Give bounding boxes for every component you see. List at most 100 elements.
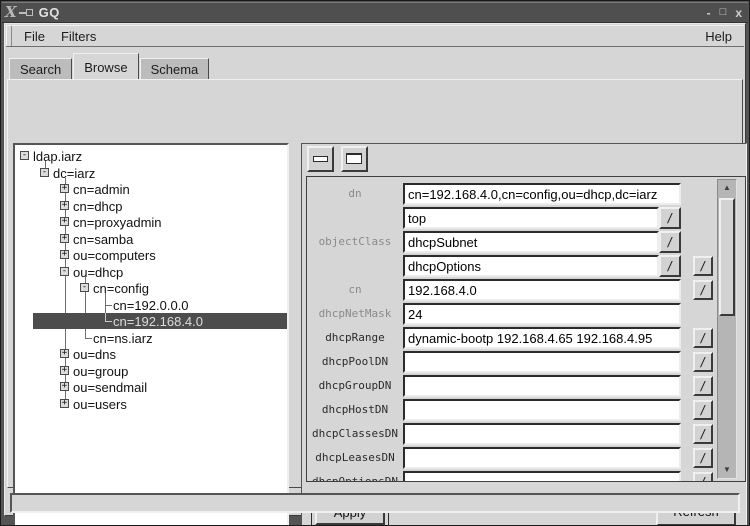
tree-node-label: cn=samba bbox=[73, 232, 133, 247]
expand-expander-icon[interactable]: + bbox=[60, 234, 69, 243]
expand-expander-icon[interactable]: + bbox=[60, 349, 69, 358]
attribute-value-input[interactable] bbox=[403, 375, 681, 397]
box-view-button[interactable] bbox=[341, 146, 368, 172]
collapse-expander-icon[interactable]: - bbox=[20, 151, 29, 160]
attribute-value-input[interactable] bbox=[403, 207, 659, 229]
tree-node[interactable]: + cn=samba bbox=[15, 231, 287, 247]
tree-node[interactable]: + ou=dns bbox=[15, 346, 287, 362]
tab-browse[interactable]: Browse bbox=[73, 53, 138, 79]
attribute-label: dhcpLeasesDN bbox=[307, 447, 403, 469]
attribute-label: dn bbox=[307, 183, 403, 205]
value-menu-button[interactable]: / bbox=[659, 255, 681, 277]
attributes-frame: ▲ ▼ dn/objectClass///cn/dhcpNetMaskdhcpR… bbox=[306, 176, 746, 482]
status-bar bbox=[10, 493, 740, 513]
maximize-icon[interactable]: □ bbox=[720, 7, 727, 18]
scroll-down-icon[interactable]: ▼ bbox=[718, 463, 736, 477]
expand-expander-icon[interactable]: + bbox=[60, 217, 69, 226]
menubar-grip-handle[interactable] bbox=[6, 26, 12, 46]
ldap-tree-panel: -ldap.iarz-dc=iarz+cn=admin+cn=dhcp+cn=p… bbox=[13, 143, 289, 526]
value-menu-button[interactable]: / bbox=[659, 207, 681, 229]
tree-node[interactable]: + ou=group bbox=[15, 363, 287, 379]
tree-node[interactable]: +cn=proxyadmin bbox=[15, 214, 287, 230]
window-menu-icon[interactable] bbox=[19, 8, 35, 18]
attribute-value-input[interactable] bbox=[403, 399, 681, 421]
expand-expander-icon[interactable]: + bbox=[60, 366, 69, 375]
tree-node[interactable]: +ou=sendmail bbox=[15, 379, 287, 395]
tree-branch-connector bbox=[105, 321, 112, 322]
menu-bar: File Filters Help bbox=[6, 25, 744, 47]
collapse-expander-icon[interactable]: - bbox=[80, 283, 89, 292]
add-value-button[interactable]: / bbox=[693, 448, 713, 468]
tree-node-label: cn=ns.iarz bbox=[93, 331, 153, 346]
add-value-button[interactable]: / bbox=[693, 328, 713, 348]
attribute-label: dhcpGroupDN bbox=[307, 375, 403, 397]
tree-node-label: ou=dhcp bbox=[73, 265, 123, 280]
attribute-value-input[interactable] bbox=[403, 255, 659, 277]
collapse-expander-icon[interactable]: - bbox=[40, 168, 49, 177]
tree-node[interactable]: -ou=dhcp bbox=[15, 264, 287, 280]
tree-node-label: ldap.iarz bbox=[33, 149, 82, 164]
close-icon[interactable]: x bbox=[735, 7, 742, 19]
tree-node[interactable]: cn=192.168.4.0 bbox=[15, 313, 287, 329]
attribute-value-input[interactable] bbox=[403, 447, 681, 469]
attribute-value-input[interactable] bbox=[403, 471, 681, 481]
attribute-value-input[interactable] bbox=[403, 351, 681, 373]
tree-node[interactable]: -dc=iarz bbox=[15, 165, 287, 181]
attribute-label: dhcpRange bbox=[307, 327, 403, 349]
add-value-button[interactable]: / bbox=[693, 352, 713, 372]
single-line-view-button[interactable] bbox=[307, 146, 334, 172]
attribute-value-input[interactable] bbox=[403, 231, 659, 253]
minimize-icon[interactable]: - bbox=[707, 7, 711, 19]
tree-node[interactable]: + cn=dhcp bbox=[15, 198, 287, 214]
scroll-up-icon[interactable]: ▲ bbox=[718, 181, 736, 195]
tree-node-label: cn=config bbox=[93, 281, 149, 296]
ldap-tree: -ldap.iarz-dc=iarz+cn=admin+cn=dhcp+cn=p… bbox=[15, 145, 287, 526]
browse-page: -ldap.iarz-dc=iarz+cn=admin+cn=dhcp+cn=p… bbox=[7, 79, 743, 488]
attribute-value-input[interactable] bbox=[403, 279, 681, 301]
tree-node-label: cn=192.0.0.0 bbox=[113, 298, 189, 313]
tree-node[interactable]: -ldap.iarz bbox=[15, 148, 287, 164]
expand-expander-icon[interactable]: + bbox=[60, 382, 69, 391]
tree-node[interactable]: +ou=computers bbox=[15, 247, 287, 263]
attribute-value-input[interactable] bbox=[403, 183, 681, 205]
expand-expander-icon[interactable]: + bbox=[60, 399, 69, 408]
tree-node[interactable]: cn=ns.iarz bbox=[15, 330, 287, 346]
tree-node[interactable]: cn=192.0.0.0 bbox=[15, 297, 287, 313]
tab-schema[interactable]: Schema bbox=[140, 58, 210, 79]
scrollbar-thumb[interactable] bbox=[719, 198, 735, 316]
expand-expander-icon[interactable]: + bbox=[60, 184, 69, 193]
add-value-button[interactable]: / bbox=[693, 256, 713, 276]
menu-file[interactable]: File bbox=[16, 27, 53, 46]
attribute-label: dhcpPoolDN bbox=[307, 351, 403, 373]
add-value-button[interactable]: / bbox=[693, 472, 713, 481]
menu-filters[interactable]: Filters bbox=[53, 27, 104, 46]
add-value-button[interactable]: / bbox=[693, 424, 713, 444]
title-bar[interactable]: X GQ - □ x bbox=[2, 2, 748, 23]
client-area: File Filters Help Search Browse Schema -… bbox=[4, 23, 746, 516]
tree-node-label: ou=users bbox=[73, 397, 127, 412]
tree-node[interactable]: -cn=config bbox=[15, 280, 287, 296]
expand-expander-icon[interactable]: + bbox=[60, 250, 69, 259]
collapse-expander-icon[interactable]: - bbox=[60, 267, 69, 276]
form-scrollbar[interactable]: ▲ ▼ bbox=[717, 179, 737, 479]
attribute-value-input[interactable] bbox=[403, 423, 681, 445]
tree-node-label: ou=group bbox=[73, 364, 128, 379]
add-value-button[interactable]: / bbox=[693, 280, 713, 300]
add-value-button[interactable]: / bbox=[693, 376, 713, 396]
tree-node[interactable]: + ou=users bbox=[15, 396, 287, 412]
tab-search[interactable]: Search bbox=[9, 58, 72, 79]
attribute-label: dhcpOptionsDN bbox=[307, 471, 403, 481]
tree-node-label: cn=dhcp bbox=[73, 199, 123, 214]
attribute-label: dhcpClassesDN bbox=[307, 423, 403, 445]
attribute-label: dhcpNetMask bbox=[307, 303, 403, 325]
add-value-button[interactable]: / bbox=[693, 400, 713, 420]
attribute-value-input[interactable] bbox=[403, 303, 681, 325]
menu-help[interactable]: Help bbox=[699, 27, 738, 46]
notebook-tabs: Search Browse Schema bbox=[9, 53, 210, 79]
attribute-value-input[interactable] bbox=[403, 327, 681, 349]
tree-branch-connector bbox=[85, 338, 92, 339]
tree-node-label: ou=dns bbox=[73, 347, 116, 362]
expand-expander-icon[interactable]: + bbox=[60, 201, 69, 210]
value-menu-button[interactable]: / bbox=[659, 231, 681, 253]
tree-node[interactable]: +cn=admin bbox=[15, 181, 287, 197]
